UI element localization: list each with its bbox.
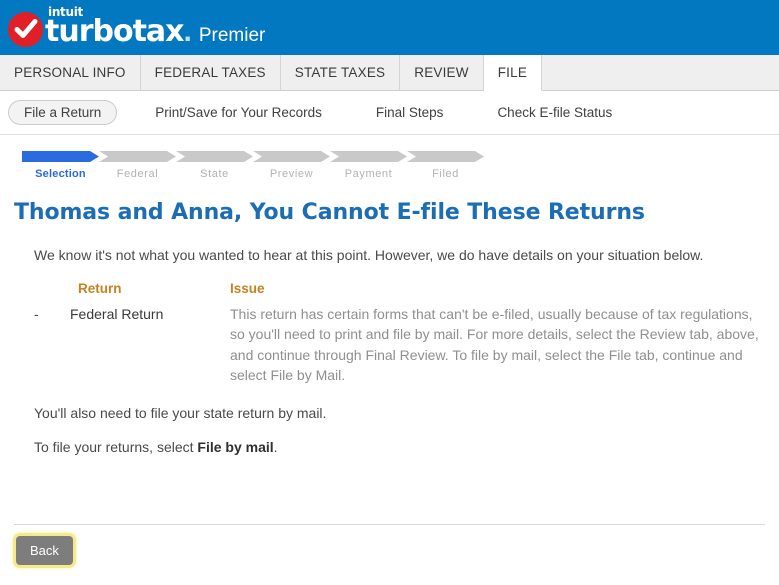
page-title: Thomas and Anna, You Cannot E-file These… xyxy=(14,200,645,225)
main-content: Thomas and Anna, You Cannot E-file These… xyxy=(0,200,779,455)
step-label-federal: Federal xyxy=(116,168,159,180)
step-label-filed: Filed xyxy=(432,168,459,180)
column-header-issue: Issue xyxy=(230,281,265,296)
footer-divider xyxy=(14,524,765,525)
column-header-return: Return xyxy=(78,281,122,296)
state-return-paragraph: You'll also need to file your state retu… xyxy=(34,405,327,422)
tab-strip-filler xyxy=(542,55,779,90)
issues-table: Return Issue - Federal Return This retur… xyxy=(34,281,765,385)
file-by-mail-prefix: To file your returns, select xyxy=(34,439,198,456)
step-arrow-filed xyxy=(407,151,484,162)
step-arrow-preview xyxy=(253,151,330,162)
step-label-payment: Payment xyxy=(344,168,393,180)
step-selection[interactable]: Selection xyxy=(22,151,99,180)
progress-stepper: Selection Federal State Preview Payment … xyxy=(22,151,779,180)
subnav-item-print-save[interactable]: Print/Save for Your Records xyxy=(139,100,338,125)
main-tab-strip: PERSONAL INFO FEDERAL TAXES STATE TAXES … xyxy=(0,55,779,91)
step-label-selection: Selection xyxy=(35,168,86,180)
brand-text: intuit turbotax . Premier xyxy=(45,6,265,49)
back-button[interactable]: Back xyxy=(16,536,73,565)
step-filed[interactable]: Filed xyxy=(407,151,484,180)
intro-paragraph: We know it's not what you wanted to hear… xyxy=(34,247,704,263)
step-arrow-selection xyxy=(22,151,99,162)
edition-label: Premier xyxy=(198,25,266,46)
step-payment[interactable]: Payment xyxy=(330,151,407,180)
turbotax-wordmark: turbotax xyxy=(45,14,185,49)
step-arrow-payment xyxy=(330,151,407,162)
file-by-mail-paragraph: To file your returns, select File by mai… xyxy=(34,439,765,455)
subnav-item-final-steps[interactable]: Final Steps xyxy=(360,100,460,125)
sub-navigation: File a Return Print/Save for Your Record… xyxy=(0,91,779,135)
step-arrow-state xyxy=(176,151,253,162)
subnav-item-file-a-return[interactable]: File a Return xyxy=(8,100,118,125)
tab-state-taxes[interactable]: STATE TAXES xyxy=(280,55,401,90)
tab-file[interactable]: FILE xyxy=(483,55,543,91)
table-spacer xyxy=(34,281,50,304)
table-row-return-name: Federal Return xyxy=(70,306,164,322)
step-label-state: State xyxy=(200,168,229,180)
tab-federal-taxes[interactable]: FEDERAL TAXES xyxy=(140,55,281,90)
step-preview[interactable]: Preview xyxy=(253,151,330,180)
file-by-mail-emphasis: File by mail xyxy=(197,439,274,456)
step-label-preview: Preview xyxy=(269,168,314,180)
step-state[interactable]: State xyxy=(176,151,253,180)
step-arrow-federal xyxy=(99,151,176,162)
brand-dot: . xyxy=(183,15,192,48)
brand-header: intuit turbotax . Premier xyxy=(0,0,779,55)
step-federal[interactable]: Federal xyxy=(99,151,176,180)
tab-review[interactable]: REVIEW xyxy=(400,55,484,90)
tab-personal-info[interactable]: PERSONAL INFO xyxy=(0,55,141,90)
brand-logo: intuit turbotax . Premier xyxy=(8,6,265,49)
table-row-bullet: - xyxy=(34,306,39,322)
file-by-mail-suffix: . xyxy=(273,439,278,456)
subnav-item-check-efile-status[interactable]: Check E-file Status xyxy=(481,100,628,125)
check-circle-icon xyxy=(8,12,43,47)
table-row-issue-text: This return has certain forms that can't… xyxy=(230,306,759,383)
